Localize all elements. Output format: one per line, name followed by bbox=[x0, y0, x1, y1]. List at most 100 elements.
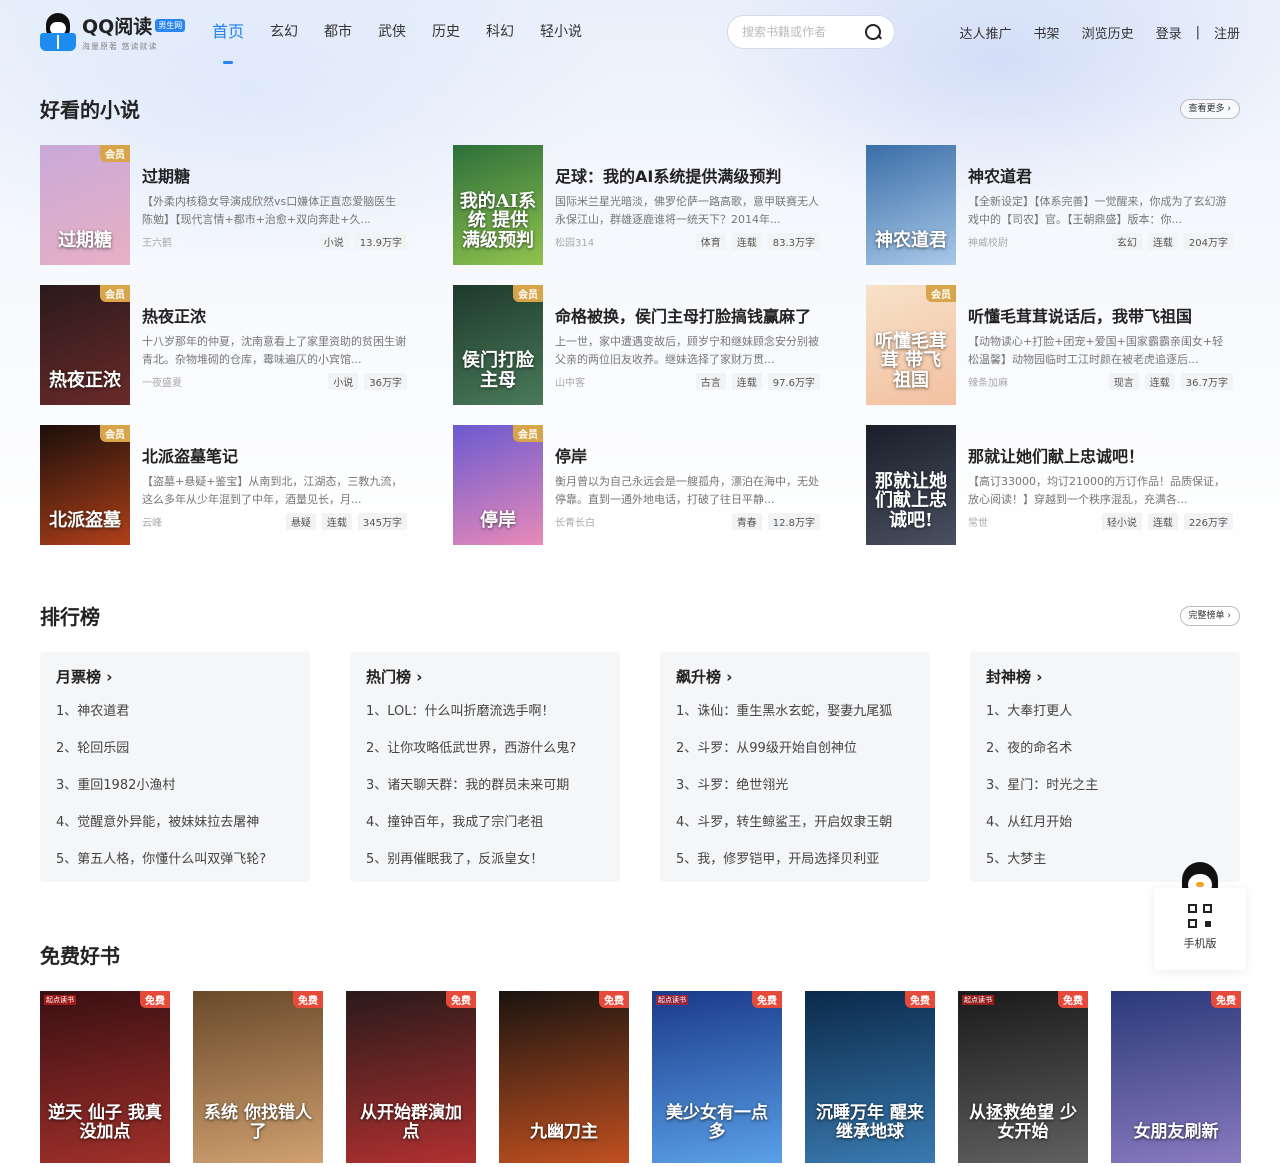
search-icon[interactable] bbox=[864, 23, 882, 41]
novel-card[interactable]: 会员 听懂毛茸茸 带飞祖国 听懂毛茸茸说话后，我带飞祖国【动物读心+打脸+团宠+爱国… bbox=[866, 285, 1240, 405]
rank-item[interactable]: 4、撞钟百年，我成了宗门老祖 bbox=[366, 804, 604, 841]
free-book-card[interactable]: 免费从开始群演加点华娱：从群演开始 bbox=[346, 991, 476, 1167]
free-book-cover[interactable]: 免费 系统 你找错人了 bbox=[193, 991, 323, 1163]
free-book-cover[interactable]: 免费 从开始群演加点 bbox=[346, 991, 476, 1163]
novel-card[interactable]: 会员 热夜正浓 热夜正浓 十八岁那年的仲夏，沈南意看上了家里资助的贫困生谢青北。杂物堆… bbox=[40, 285, 453, 405]
register-link[interactable]: 注册 bbox=[1214, 23, 1240, 42]
novel-author[interactable]: 山中客 bbox=[555, 374, 585, 389]
search-input[interactable] bbox=[742, 25, 852, 39]
novel-title[interactable]: 神农道君 bbox=[968, 163, 1233, 187]
view-more-button[interactable]: 查看更多 › bbox=[1179, 98, 1240, 119]
free-book-card[interactable]: 免费沉睡万年 醒来继承地球沉睡万年：醒来继 bbox=[805, 991, 935, 1167]
rank-item[interactable]: 1、神农道君 bbox=[56, 693, 294, 730]
rank-item[interactable]: 2、轮回乐园 bbox=[56, 730, 294, 767]
cover-title-art: 从开始群演加点 bbox=[360, 1102, 462, 1143]
novel-title[interactable]: 听懂毛茸茸说话后，我带飞祖国 bbox=[968, 303, 1233, 327]
novel-info: 足球：我的AI系统提供满级预判 国际米兰星光暗淡，佛罗伦萨一路高歌，意甲联赛无人永… bbox=[555, 145, 820, 265]
novel-title[interactable]: 停岸 bbox=[555, 443, 820, 467]
rank-item[interactable]: 3、重回1982小渔村 bbox=[56, 767, 294, 804]
rank-list-title[interactable]: 月票榜 › bbox=[56, 666, 294, 687]
nav-lishi[interactable]: 历史 bbox=[432, 0, 460, 64]
novel-title[interactable]: 足球：我的AI系统提供满级预判 bbox=[555, 163, 820, 187]
rank-item[interactable]: 3、星门：时光之主 bbox=[986, 767, 1224, 804]
nav-xuanhuan[interactable]: 玄幻 bbox=[270, 0, 298, 64]
rank-item[interactable]: 4、从红月开始 bbox=[986, 804, 1224, 841]
rank-item[interactable]: 1、LOL：什么叫折磨流选手啊！ bbox=[366, 693, 604, 730]
free-book-cover[interactable]: 免费 起点读书 美少女有一点多 bbox=[652, 991, 782, 1163]
novel-card[interactable]: 会员 停岸 停岸 衡月曾以为自己永远会是一艘孤舟，漂泊在海中，无处停靠。直到一通外地电… bbox=[453, 425, 866, 545]
novel-title[interactable]: 北派盗墓笔记 bbox=[142, 443, 407, 467]
book-cover[interactable]: 会员 侯门打脸主母 bbox=[453, 285, 543, 405]
cover-title-art: 神农道君 bbox=[875, 230, 947, 252]
free-book-cover[interactable]: 免费 起点读书 从拯救绝望 少女开始 bbox=[958, 991, 1088, 1163]
mobile-version-widget[interactable]: 手机版 bbox=[1154, 860, 1246, 970]
rank-item[interactable]: 5、第五人格，你懂什么叫双弹飞轮? bbox=[56, 841, 294, 878]
free-book-card[interactable]: 免费起点读书逆天 仙子 我真没加点逆天：仙子，我真 bbox=[40, 991, 170, 1167]
nav-home[interactable]: 首页 bbox=[212, 0, 244, 64]
novel-description: 【高订33000，均订21000的万订作品！品质保证，放心阅读！】穿越到一个秩序… bbox=[968, 475, 1225, 506]
novel-card[interactable]: 会员 过期糖 过期糖 【外柔内核稳女导演成欣然vs口嫌体正直恋爱脑医生陈勉】【现代言情… bbox=[40, 145, 453, 265]
novel-card[interactable]: 我的AI系统 提供满级预判 足球：我的AI系统提供满级预判 国际米兰星光暗淡，佛罗伦… bbox=[453, 145, 866, 265]
rank-list-title[interactable]: 飙升榜 › bbox=[676, 666, 914, 687]
novel-author[interactable]: 一夜盛夏 bbox=[142, 374, 182, 389]
novel-author[interactable]: 松园314 bbox=[555, 234, 594, 249]
novel-title[interactable]: 过期糖 bbox=[142, 163, 407, 187]
novel-card[interactable]: 会员 侯门打脸主母 命格被换，侯门主母打脸搞钱赢麻了 上一世，家中遭遇变故后，顾岁宁和… bbox=[453, 285, 866, 405]
novel-author[interactable]: 神威校尉 bbox=[968, 234, 1008, 249]
novel-card[interactable]: 神农道君 神农道君 【全新设定】【体系完善】一觉醒来，你成为了玄幻游戏中的【司农】官… bbox=[866, 145, 1240, 265]
free-book-cover[interactable]: 免费 女朋友刷新 bbox=[1111, 991, 1241, 1163]
novel-author[interactable]: 辣条加麻 bbox=[968, 374, 1008, 389]
bookshelf-link[interactable]: 书架 bbox=[1034, 23, 1060, 42]
novel-title[interactable]: 命格被换，侯门主母打脸搞钱赢麻了 bbox=[555, 303, 820, 327]
novel-author[interactable]: 云峰 bbox=[142, 514, 162, 529]
rank-item[interactable]: 3、斗罗：绝世翎光 bbox=[676, 767, 914, 804]
novel-description: 【动物读心+打脸+团宠+爱国+国家霸霸亲闺女+轻松温馨】动物园临时工江时颜在被老… bbox=[968, 335, 1224, 366]
rank-item[interactable]: 2、斗罗：从99级开始自创神位 bbox=[676, 730, 914, 767]
book-cover[interactable]: 会员 过期糖 bbox=[40, 145, 130, 265]
novel-title[interactable]: 热夜正浓 bbox=[142, 303, 407, 327]
rank-item[interactable]: 4、觉醒意外异能，被妹妹拉去屠神 bbox=[56, 804, 294, 841]
rank-item[interactable]: 1、诛仙：重生黑水玄蛇，娶妻九尾狐 bbox=[676, 693, 914, 730]
novel-author[interactable]: 常世 bbox=[968, 514, 988, 529]
free-book-card[interactable]: 免费女朋友刷新女朋友刷新，开局 bbox=[1111, 991, 1241, 1167]
novel-card[interactable]: 那就让她们献上忠诚吧! 那就让她们献上忠诚吧！ 【高订33000，均订21000的万… bbox=[866, 425, 1240, 545]
rank-item[interactable]: 1、大奉打更人 bbox=[986, 693, 1224, 730]
full-ranking-button[interactable]: 完整榜单 › bbox=[1179, 605, 1240, 626]
site-logo[interactable]: QQ阅读 男生网 海量原著 悠读就读 bbox=[40, 12, 190, 52]
free-book-cover[interactable]: 免费 沉睡万年 醒来继承地球 bbox=[805, 991, 935, 1163]
rank-item[interactable]: 4、斗罗，转生鲸鲨王，开启奴隶王朝 bbox=[676, 804, 914, 841]
rank-list-title[interactable]: 封神榜 › bbox=[986, 666, 1224, 687]
book-cover[interactable]: 那就让她们献上忠诚吧! bbox=[866, 425, 956, 545]
promote-link[interactable]: 达人推广 bbox=[960, 23, 1012, 42]
book-cover[interactable]: 会员 热夜正浓 bbox=[40, 285, 130, 405]
nav-qingxiaoshuo[interactable]: 轻小说 bbox=[540, 0, 582, 64]
nav-dushi[interactable]: 都市 bbox=[324, 0, 352, 64]
book-cover[interactable]: 会员 听懂毛茸茸 带飞祖国 bbox=[866, 285, 956, 405]
novel-tag: 现言 bbox=[1108, 373, 1139, 390]
book-cover[interactable]: 会员 北派盗墓 bbox=[40, 425, 130, 545]
rank-item[interactable]: 3、诸天聊天群：我的群员未来可期 bbox=[366, 767, 604, 804]
novel-author[interactable]: 王六鹤 bbox=[142, 234, 172, 249]
free-book-cover[interactable]: 免费 九幽刀主 bbox=[499, 991, 629, 1163]
history-link[interactable]: 浏览历史 bbox=[1082, 23, 1134, 42]
rank-list-title[interactable]: 热门榜 › bbox=[366, 666, 604, 687]
free-book-card[interactable]: 免费系统 你找错人了系统：你找错人了 bbox=[193, 991, 323, 1167]
book-cover[interactable]: 我的AI系统 提供满级预判 bbox=[453, 145, 543, 265]
rank-item[interactable]: 2、让你攻略低武世界，西游什么鬼? bbox=[366, 730, 604, 767]
free-book-card[interactable]: 免费起点读书美少女有一点多综漫：喜欢我的美 bbox=[652, 991, 782, 1167]
free-book-card[interactable]: 免费九幽刀主莽荒纪之九幽刀主 bbox=[499, 991, 629, 1167]
free-book-cover[interactable]: 免费 起点读书 逆天 仙子 我真没加点 bbox=[40, 991, 170, 1163]
rank-item[interactable]: 5、别再催眠我了，反派皇女！ bbox=[366, 841, 604, 878]
novel-card[interactable]: 会员 北派盗墓 北派盗墓笔记 【盗墓+悬疑+鉴宝】从南到北，江湖态，三教九流，这么多年… bbox=[40, 425, 453, 545]
book-cover[interactable]: 神农道君 bbox=[866, 145, 956, 265]
rank-item[interactable]: 2、夜的命名术 bbox=[986, 730, 1224, 767]
novel-author[interactable]: 长青长白 bbox=[555, 514, 595, 529]
rank-item[interactable]: 5、我，修罗铠甲，开局选择贝利亚 bbox=[676, 841, 914, 878]
link-divider: | bbox=[1195, 24, 1200, 40]
book-cover[interactable]: 会员 停岸 bbox=[453, 425, 543, 545]
free-book-card[interactable]: 免费起点读书从拯救绝望 少女开始重生：从拯救绝望 bbox=[958, 991, 1088, 1167]
nav-wuxia[interactable]: 武侠 bbox=[378, 0, 406, 64]
login-link[interactable]: 登录 bbox=[1156, 23, 1182, 42]
novel-title[interactable]: 那就让她们献上忠诚吧！ bbox=[968, 443, 1233, 467]
nav-kehuan[interactable]: 科幻 bbox=[486, 0, 514, 64]
